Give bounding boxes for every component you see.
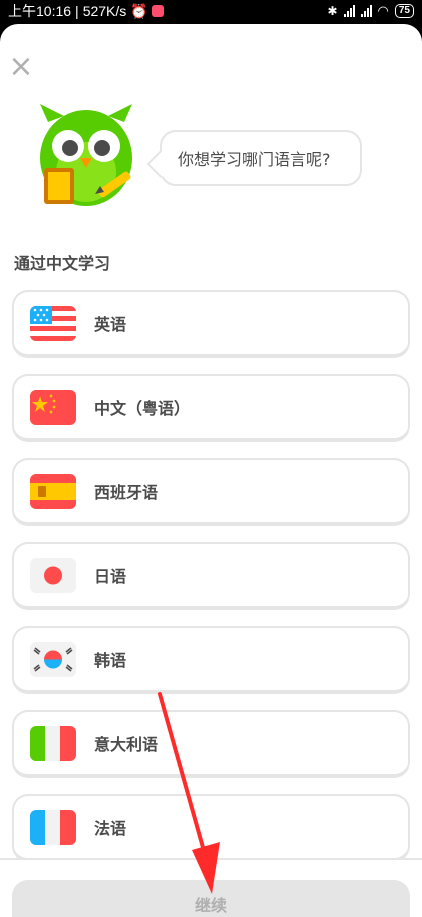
status-time: 上午10:16 — [8, 3, 72, 19]
language-list: 英语 中文（粤语） 西班牙语 日语 韩语 意大利语 法语 — [12, 290, 410, 878]
language-label: 中文（粤语） — [94, 399, 191, 418]
language-label: 韩语 — [94, 651, 127, 670]
language-option-spanish[interactable]: 西班牙语 — [12, 458, 410, 526]
status-right: ✱ ◠ 75 — [327, 3, 414, 19]
china-flag-icon — [30, 389, 76, 425]
cell-signal-2-icon — [360, 5, 372, 17]
owl-mascot-icon — [40, 104, 132, 206]
continue-button[interactable]: 继续 — [12, 880, 410, 917]
bottom-divider — [0, 858, 422, 860]
section-title: 通过中文学习 — [14, 254, 111, 273]
france-flag-icon — [30, 809, 76, 845]
spain-flag-icon — [30, 473, 76, 509]
language-label: 日语 — [94, 567, 127, 586]
prompt-text: 你想学习哪门语言呢? — [178, 150, 331, 169]
status-left: 上午10:16 | 527K/s ⏰ — [8, 1, 164, 21]
battery-icon: 75 — [394, 4, 414, 18]
language-label: 意大利语 — [94, 735, 159, 754]
language-option-cantonese[interactable]: 中文（粤语） — [12, 374, 410, 442]
close-icon[interactable]: × — [8, 52, 34, 82]
alarm-icon: ⏰ — [130, 2, 148, 19]
network-speed: 527K/s — [82, 3, 127, 19]
bluetooth-icon: ✱ — [327, 4, 338, 18]
language-label: 西班牙语 — [94, 483, 159, 502]
cell-signal-icon — [343, 5, 355, 17]
language-option-english[interactable]: 英语 — [12, 290, 410, 358]
japan-flag-icon — [30, 557, 76, 593]
language-option-korean[interactable]: 韩语 — [12, 626, 410, 694]
korea-flag-icon — [30, 641, 76, 677]
language-label: 法语 — [94, 819, 127, 838]
prompt-speech-bubble: 你想学习哪门语言呢? — [160, 130, 362, 186]
us-flag-icon — [30, 305, 76, 341]
notification-app-icon — [151, 5, 164, 17]
language-picker-sheet: × 你想学习哪门语言呢? 通过中文学习 英语 中文（粤语） 西班牙语 日语 韩语… — [0, 24, 422, 917]
wifi-icon: ◠ — [377, 3, 389, 18]
language-option-japanese[interactable]: 日语 — [12, 542, 410, 610]
language-option-italian[interactable]: 意大利语 — [12, 710, 410, 778]
language-option-french[interactable]: 法语 — [12, 794, 410, 862]
italy-flag-icon — [30, 725, 76, 761]
status-bar: 上午10:16 | 527K/s ⏰ ✱ ◠ 75 — [0, 0, 422, 22]
language-label: 英语 — [94, 315, 127, 334]
